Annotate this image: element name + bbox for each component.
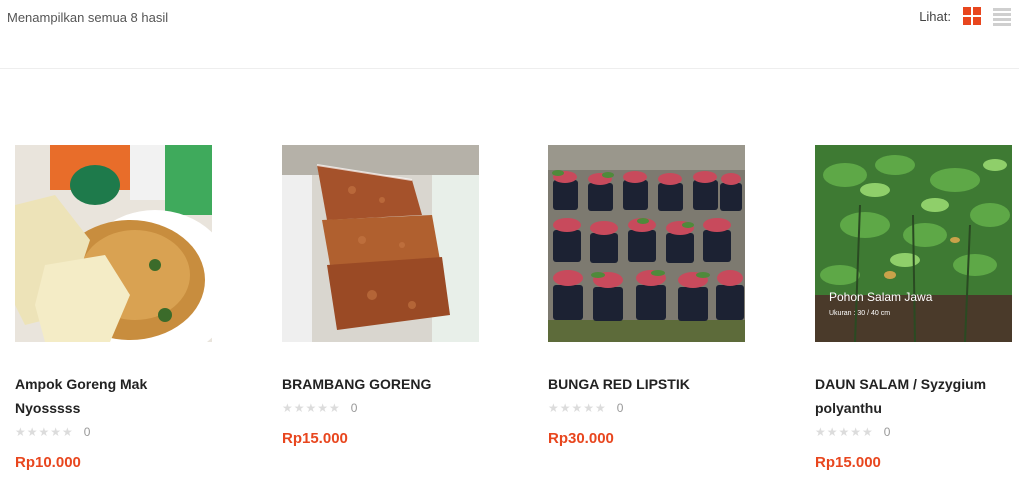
product-card: Ampok Goreng Mak Nyosssss ★★★★★ 0 Rp10.0…: [15, 145, 215, 471]
product-image-brambang-goreng[interactable]: [282, 145, 479, 342]
result-count: Menampilkan semua 8 hasil: [7, 10, 169, 25]
star-rating-icon: ★★★★★: [815, 425, 874, 439]
product-image-ampok-goreng[interactable]: [15, 145, 212, 342]
product-card: BRAMBANG GORENG ★★★★★ 0 Rp15.000: [282, 145, 482, 447]
product-title[interactable]: BRAMBANG GORENG: [282, 372, 472, 396]
rating-count: 0: [83, 425, 91, 439]
product-price: Rp15.000: [815, 454, 881, 471]
grid-view-icon[interactable]: [963, 7, 981, 25]
rating-count: 0: [350, 401, 358, 415]
product-image-daun-salam[interactable]: Pohon Salam Jawa Ukuran : 30 / 40 cm: [815, 145, 1012, 342]
star-rating-icon: ★★★★★: [548, 401, 607, 415]
product-image-bunga-red-lipstik[interactable]: [548, 145, 745, 342]
star-rating-icon: ★★★★★: [282, 401, 341, 415]
product-rating: ★★★★★ 0: [282, 398, 482, 418]
product-title[interactable]: DAUN SALAM / Syzygium polyanthu: [815, 372, 1005, 420]
product-rating: ★★★★★ 0: [548, 398, 748, 418]
list-view-icon[interactable]: [993, 7, 1011, 26]
product-price: Rp15.000: [282, 430, 348, 447]
product-price: Rp10.000: [15, 454, 81, 471]
view-label: Lihat:: [919, 8, 951, 24]
product-card: BUNGA RED LIPSTIK ★★★★★ 0 Rp30.000: [548, 145, 748, 447]
rating-count: 0: [883, 425, 891, 439]
product-price: Rp30.000: [548, 430, 614, 447]
star-rating-icon: ★★★★★: [15, 425, 74, 439]
product-rating: ★★★★★ 0: [815, 422, 1015, 442]
rating-count: 0: [616, 401, 624, 415]
product-title[interactable]: Ampok Goreng Mak Nyosssss: [15, 372, 205, 420]
image-subcaption: Ukuran : 30 / 40 cm: [829, 310, 890, 317]
shop-toolbar: Menampilkan semua 8 hasil Lihat:: [0, 0, 1019, 69]
product-rating: ★★★★★ 0: [15, 422, 215, 442]
view-switch: Lihat:: [919, 7, 1011, 26]
product-card: Pohon Salam Jawa Ukuran : 30 / 40 cm DAU…: [815, 145, 1015, 471]
image-caption: Pohon Salam Jawa: [829, 290, 933, 304]
product-title[interactable]: BUNGA RED LIPSTIK: [548, 372, 738, 396]
